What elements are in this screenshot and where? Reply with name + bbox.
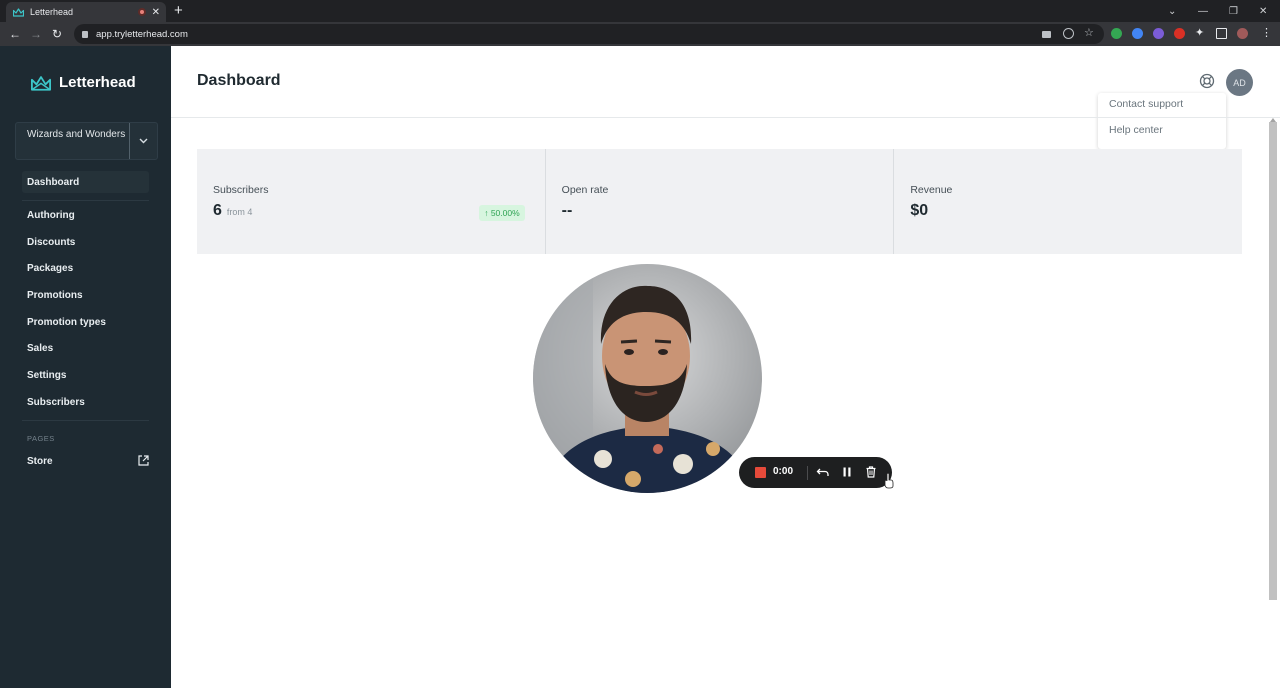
browser-tab-bar: Letterhead ✕ + ⌄ — ❐ ✕ (0, 0, 1280, 22)
delete-recording-icon[interactable] (864, 465, 878, 479)
hand-cursor-icon (884, 472, 894, 494)
stat-label: Revenue (910, 184, 953, 196)
close-window-icon[interactable]: ✕ (1259, 0, 1267, 22)
brand-logo[interactable]: Letterhead (31, 74, 136, 91)
sidebar-item-sales[interactable]: Sales (22, 337, 149, 359)
tab-title: Letterhead (30, 7, 74, 17)
browser-menu-icon[interactable]: ⋮ (1261, 26, 1272, 39)
sidebar-item-packages[interactable]: Packages (22, 257, 149, 279)
help-lifebuoy-icon[interactable] (1199, 73, 1215, 89)
bookmark-star-icon[interactable]: ☆ (1084, 26, 1095, 39)
new-tab-button[interactable]: + (174, 2, 183, 20)
close-tab-icon[interactable]: ✕ (152, 7, 160, 18)
sidebar-item-dashboard[interactable]: Dashboard (22, 171, 149, 193)
webcam-video (533, 264, 762, 493)
sidebar-item-label: Promotion types (27, 316, 106, 328)
stat-label: Open rate (561, 184, 609, 196)
sidebar-item-label: Authoring (27, 209, 75, 221)
extensions-puzzle-icon[interactable]: ✦ (1195, 26, 1206, 39)
restart-icon[interactable] (816, 465, 830, 479)
stat-subscribers: Subscribers 6 from 4 ↑ 50.00% (197, 149, 546, 254)
controls-divider (807, 466, 808, 480)
sidebar-item-label: Packages (27, 262, 74, 274)
stat-label: Subscribers (213, 184, 269, 196)
side-panel-icon[interactable] (1216, 28, 1227, 39)
sidebar-divider (22, 420, 149, 421)
stat-revenue: Revenue $0 (894, 149, 1242, 254)
recording-indicator-icon (137, 8, 146, 16)
minimize-icon[interactable]: — (1198, 0, 1208, 22)
stat-value: $0 (910, 202, 929, 219)
tab-search-icon[interactable]: ⌄ (1168, 0, 1176, 22)
sidebar-item-label: Subscribers (27, 396, 85, 408)
sidebar-item-promotions[interactable]: Promotions (22, 284, 149, 306)
change-percent: 50.00% (490, 208, 520, 218)
recording-controls: 0:00 (739, 457, 892, 488)
organization-selector[interactable]: Wizards and Wonders (15, 122, 158, 160)
letterhead-favicon-icon (12, 6, 24, 18)
address-bar[interactable]: app.tryletterhead.com (74, 24, 1104, 44)
sidebar-item-label: Store (27, 455, 53, 467)
back-icon[interactable]: ← (9, 26, 21, 42)
sidebar-item-authoring[interactable]: Authoring (22, 204, 149, 226)
sidebar-item-label: Settings (27, 369, 67, 381)
sidebar-item-store[interactable]: Store (22, 450, 149, 472)
extension-purple-icon[interactable] (1153, 28, 1164, 39)
stat-value: 6 from 4 (213, 202, 252, 220)
url-text: app.tryletterhead.com (96, 28, 188, 40)
sidebar-item-label: Discounts (27, 236, 76, 248)
chevron-down-icon[interactable] (129, 123, 157, 159)
camera-icon[interactable] (1042, 31, 1051, 38)
profile-icon[interactable] (1237, 28, 1248, 39)
organization-name: Wizards and Wonders (27, 129, 126, 140)
arrow-up-icon: ↑ (484, 208, 491, 218)
change-badge: ↑ 50.00% (479, 205, 525, 221)
extension-green-icon[interactable] (1111, 28, 1122, 39)
sidebar-divider (22, 200, 149, 201)
share-icon[interactable] (1063, 28, 1074, 39)
sidebar-item-discounts[interactable]: Discounts (22, 231, 149, 253)
browser-toolbar: ← → ↻ app.tryletterhead.com ☆ ✦ ⋮ (0, 22, 1280, 46)
page-title: Dashboard (197, 72, 281, 89)
sidebar-item-subscribers[interactable]: Subscribers (22, 391, 149, 413)
help-center-menu-item[interactable]: Help center (1109, 124, 1163, 136)
forward-icon[interactable]: → (30, 26, 42, 42)
sidebar-item-promotion-types[interactable]: Promotion types (22, 311, 149, 333)
stats-panel: Subscribers 6 from 4 ↑ 50.00% Open rate -… (197, 149, 1242, 254)
sidebar-item-label: Sales (27, 342, 54, 354)
stat-number: 6 (213, 202, 222, 219)
letterhead-logo-icon (31, 76, 51, 91)
pages-section-label: PAGES (27, 434, 55, 443)
header-divider (171, 117, 1280, 118)
stop-recording-button[interactable] (755, 467, 766, 478)
external-link-icon[interactable] (138, 455, 149, 469)
reload-icon[interactable]: ↻ (52, 26, 62, 42)
recording-timer: 0:00 (773, 466, 794, 477)
sidebar-item-label: Promotions (27, 289, 83, 301)
scrollbar[interactable] (1269, 122, 1277, 600)
sidebar-item-label: Dashboard (27, 176, 80, 188)
stat-value: -- (561, 202, 573, 219)
restore-icon[interactable]: ❐ (1229, 0, 1238, 22)
sidebar-item-settings[interactable]: Settings (22, 364, 149, 386)
stat-open-rate: Open rate -- (546, 149, 895, 254)
brand-name: Letterhead (59, 74, 136, 91)
lock-icon (82, 30, 88, 38)
extension-blue-icon[interactable] (1132, 28, 1143, 39)
browser-tab[interactable]: Letterhead ✕ (6, 2, 166, 22)
stat-previous: from 4 (226, 207, 253, 217)
avatar[interactable]: AD (1226, 69, 1253, 96)
extension-red-icon[interactable] (1174, 28, 1185, 39)
help-dropdown-menu: Contact support Help center (1098, 93, 1226, 149)
contact-support-menu-item[interactable]: Contact support (1109, 98, 1183, 110)
sidebar: Letterhead Wizards and Wonders Dashboard… (0, 46, 171, 688)
pause-icon[interactable] (840, 465, 854, 479)
webcam-bubble[interactable] (533, 264, 762, 493)
